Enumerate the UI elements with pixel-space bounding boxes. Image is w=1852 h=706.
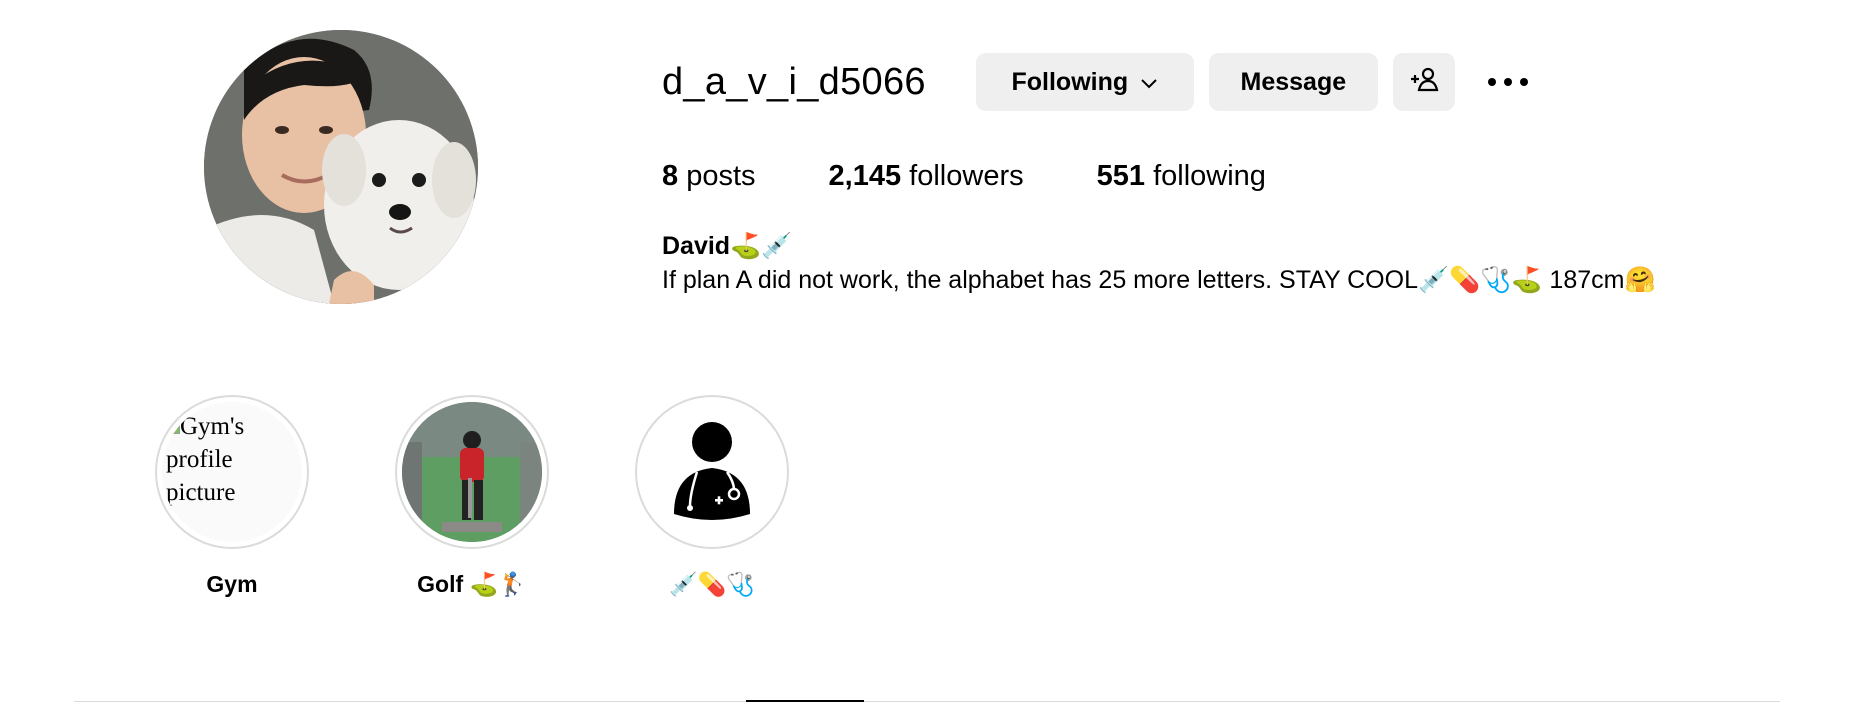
following-link[interactable]: 551 following [1097,160,1266,193]
followers-count: 2,145 [828,160,902,192]
highlight-golf[interactable]: Golf ⛳🏌️ [392,395,552,598]
add-user-icon [1409,66,1439,99]
chevron-down-icon [1140,68,1158,97]
bio-full-name: David⛳💉 [662,232,793,260]
profile-stats: 8 posts 2,145 followers 551 following [662,160,1339,193]
golf-cover-image [402,402,542,542]
highlight-cover [402,402,542,542]
username: d_a_v_i_d5066 [662,60,926,103]
more-options-icon[interactable] [1484,78,1532,86]
highlight-label: 💉💊🩺 [669,571,755,597]
highlight-label: Gym [206,571,258,597]
following-label: following [1153,160,1266,192]
tabs-divider [74,701,1780,702]
profile-header-row: d_a_v_i_d5066 Following Message [662,52,1532,112]
highlight-ring [635,395,789,549]
suggest-similar-accounts-button[interactable] [1392,53,1455,111]
highlight-medical[interactable]: 💉💊🩺 [632,395,792,598]
posts-count: 8 [662,160,679,192]
following-count: 551 [1096,160,1145,192]
posts-stat: 8 posts [662,160,756,193]
avatar-image [204,30,478,304]
broken-image-alt: Gym's profile picture [166,410,296,509]
message-button-label: Message [1240,67,1347,96]
highlight-cover [642,402,782,542]
highlight-ring: Gym's profile picture [155,395,309,549]
profile-page: d_a_v_i_d5066 Following Message 8 posts … [0,0,1852,706]
message-button[interactable]: Message [1208,53,1378,111]
highlight-cover: Gym's profile picture [162,402,302,542]
highlight-label: Golf ⛳🏌️ [417,571,527,597]
doctor-icon [674,422,750,520]
highlight-ring [395,395,549,549]
followers-link[interactable]: 2,145 followers [829,160,1024,193]
profile-avatar[interactable] [204,30,478,304]
broken-image-icon [166,418,180,434]
following-button-label: Following [1011,67,1129,96]
posts-label: posts [686,160,756,192]
following-button[interactable]: Following [975,53,1194,111]
followers-label: followers [909,160,1024,192]
highlight-gym[interactable]: Gym's profile picture Gym [152,395,312,598]
active-tab-indicator [746,700,864,702]
bio-text: If plan A did not work, the alphabet has… [662,266,1656,294]
